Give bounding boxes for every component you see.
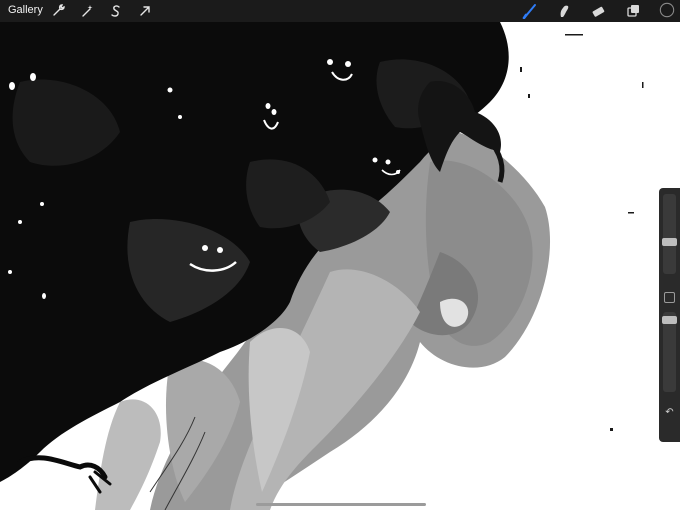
brush-size-handle[interactable] bbox=[662, 238, 677, 246]
brush-sidebar: ↶ bbox=[659, 188, 680, 442]
modify-button[interactable] bbox=[664, 292, 675, 303]
brush-icon[interactable] bbox=[522, 3, 538, 19]
opacity-slider[interactable] bbox=[662, 312, 677, 392]
home-indicator bbox=[256, 503, 426, 506]
undo-arrow-icon[interactable]: ↶ bbox=[662, 407, 677, 419]
layers-icon[interactable] bbox=[625, 3, 641, 19]
eraser-icon[interactable] bbox=[590, 3, 606, 19]
color-swatch-icon[interactable] bbox=[659, 2, 677, 20]
wrench-icon[interactable] bbox=[50, 3, 66, 19]
selection-s-icon[interactable] bbox=[108, 3, 124, 19]
transform-arrow-icon[interactable] bbox=[137, 3, 153, 19]
magic-wand-icon[interactable] bbox=[79, 3, 95, 19]
brush-size-slider[interactable] bbox=[662, 194, 677, 274]
smudge-icon[interactable] bbox=[556, 3, 572, 19]
artwork-illustration bbox=[0, 22, 644, 510]
gallery-button[interactable]: Gallery bbox=[8, 4, 43, 16]
drawing-canvas[interactable] bbox=[0, 22, 680, 510]
top-toolbar: Gallery bbox=[0, 0, 680, 22]
opacity-handle[interactable] bbox=[662, 316, 677, 324]
